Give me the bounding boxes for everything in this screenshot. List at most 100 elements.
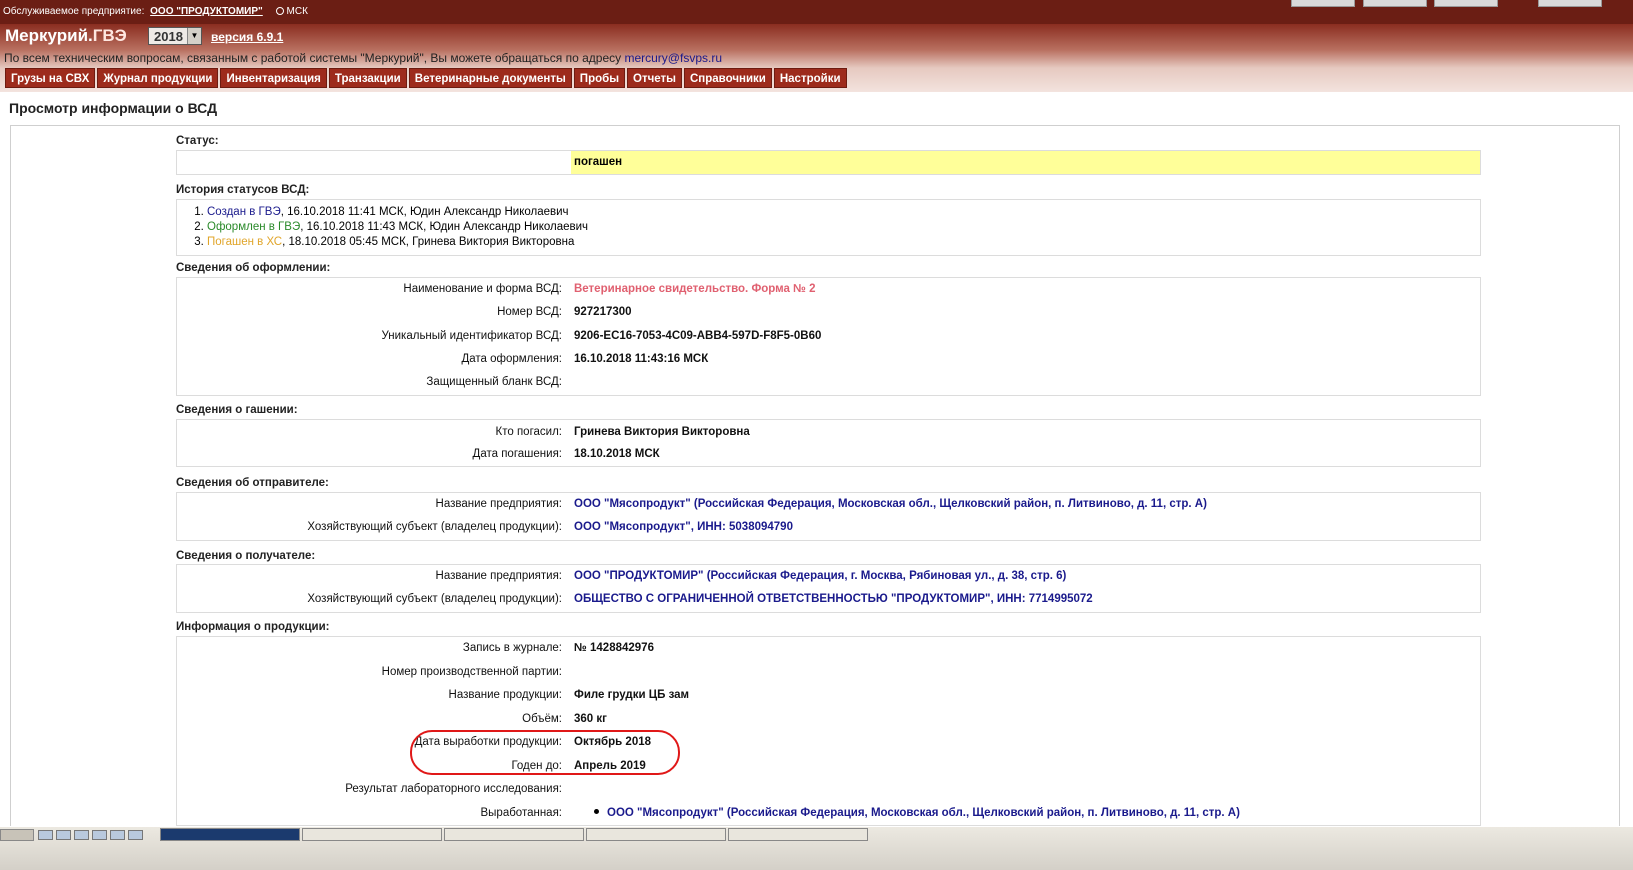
history-status: Погашен в ХС [207, 236, 283, 248]
chevron-down-icon[interactable]: ▼ [187, 28, 201, 44]
menu-item-vet-docs[interactable]: Ветеринарные документы [408, 68, 572, 88]
history-details: , 18.10.2018 05:45 МСК, Гринева Виктория… [282, 236, 575, 248]
menu-item-settings[interactable]: Настройки [773, 68, 847, 88]
status-highlight [571, 151, 1480, 174]
field-value: 9206-EC16-7053-4C09-ABB4-597D-F8F5-0B60 [574, 330, 822, 342]
app-header: Обслуживаемое предприятие: ООО "ПРОДУКТО… [0, 0, 1633, 92]
app-logo: Меркурий.ГВЭ [5, 26, 127, 45]
support-notice: По всем техническим вопросам, связанным … [4, 51, 722, 65]
year-value: 2018 [154, 29, 183, 44]
field-label: Хозяйствующий субъект (владелец продукци… [307, 521, 562, 533]
field-value: Ветеринарное свидетельство. Форма № 2 [574, 283, 816, 295]
history-status: Оформлен в ГВЭ [207, 221, 301, 233]
field-label: Номер ВСД: [497, 306, 562, 318]
closing-box: Кто погасил: Гринева Виктория Викторовна … [176, 419, 1481, 467]
field-label: Уникальный идентификатор ВСД: [381, 330, 562, 342]
window-button-4[interactable] [1538, 0, 1602, 7]
field-label: Название предприятия: [435, 570, 562, 582]
history-status: Создан в ГВЭ [207, 206, 281, 218]
taskbar-task[interactable] [444, 828, 584, 841]
field-label: Хозяйствующий субъект (владелец продукци… [307, 593, 562, 605]
quicklaunch-icon[interactable] [128, 830, 143, 840]
window-button-2[interactable] [1363, 0, 1427, 7]
table-row: Хозяйствующий субъект (владелец продукци… [177, 593, 1480, 611]
annotation-oval [410, 730, 680, 775]
table-row: Дата погашения: 18.10.2018 МСК [177, 448, 1480, 466]
product-box: Запись в журнале: № 1428842976 Номер прои… [176, 636, 1481, 826]
sender-owner-link[interactable]: ООО "Мясопродукт", ИНН: 5038094790 [574, 521, 793, 533]
field-label: Кто погасил: [495, 426, 562, 438]
section-title-receiver: Сведения о получателе: [176, 550, 316, 562]
field-value: Филе грудки ЦБ зам [574, 689, 690, 701]
enterprise-link[interactable]: ООО "ПРОДУКТОМИР" [150, 6, 263, 17]
table-row: Запись в журнале: № 1428842976 [177, 642, 1480, 660]
menu-item-inventory[interactable]: Инвентаризация [220, 68, 327, 88]
quicklaunch-icon[interactable] [74, 830, 89, 840]
menu-item-directories[interactable]: Справочники [684, 68, 772, 88]
taskbar-task[interactable] [728, 828, 868, 841]
window-button-1[interactable] [1291, 0, 1355, 7]
table-row: Годен до: Апрель 2019 [177, 760, 1480, 778]
table-row: Защищенный бланк ВСД: [177, 376, 1480, 394]
sender-enterprise-link[interactable]: ООО "Мясопродукт" (Российская Федерация,… [574, 498, 1207, 510]
menu-item-cargo[interactable]: Грузы на СВХ [5, 68, 96, 88]
version-link[interactable]: версия 6.9.1 [211, 30, 283, 44]
producer-link[interactable]: ООО "Мясопродукт" (Российская Федерация,… [607, 807, 1240, 819]
year-select[interactable]: 2018 ▼ [148, 27, 202, 45]
status-value: погашен [574, 156, 623, 168]
field-value: ООО "Мясопродукт", ИНН: 5038094790 [574, 521, 793, 533]
timezone-label: МСК [286, 6, 308, 17]
table-row: Дата оформления: 16.10.2018 11:43:16 МСК [177, 353, 1480, 371]
field-label: Дата оформления: [461, 353, 562, 365]
field-label: Результат лабораторного исследования: [345, 783, 562, 795]
menu-item-journal[interactable]: Журнал продукции [97, 68, 219, 88]
table-row: Номер ВСД: 927217300 [177, 306, 1480, 324]
quicklaunch-icon[interactable] [38, 830, 53, 840]
status-box: погашен [176, 150, 1481, 175]
section-title-history: История статусов ВСД: [176, 184, 310, 196]
field-label: Запись в журнале: [462, 642, 562, 654]
menu-item-reports[interactable]: Отчеты [627, 68, 682, 88]
taskbar-task[interactable] [160, 828, 300, 841]
field-value: № 1428842976 [574, 642, 654, 654]
table-row: Название предприятия: ООО "Мясопродукт" (… [177, 498, 1480, 516]
table-row: Название предприятия: ООО "ПРОДУКТОМИР" (… [177, 570, 1480, 588]
table-row: Наименование и форма ВСД: Ветеринарное св… [177, 283, 1480, 301]
field-label: Дата погашения: [472, 448, 562, 460]
quicklaunch-icon[interactable] [110, 830, 125, 840]
receiver-enterprise-link[interactable]: ООО "ПРОДУКТОМИР" (Российская Федерация,… [574, 570, 1066, 582]
clock-icon [275, 7, 284, 15]
registration-box: Наименование и форма ВСД: Ветеринарное св… [176, 277, 1481, 396]
section-title-status: Статус: [176, 135, 219, 147]
taskbar-task[interactable] [302, 828, 442, 841]
field-value: 16.10.2018 11:43:16 МСК [574, 353, 709, 365]
quicklaunch-icon[interactable] [92, 830, 107, 840]
field-value: ООО "Мясопродукт" (Российская Федерация,… [594, 807, 1240, 819]
field-label: Защищенный бланк ВСД: [426, 376, 562, 388]
menu-item-samples[interactable]: Пробы [573, 68, 626, 88]
status-history-box: Создан в ГВЭ, 16.10.2018 11:41 МСК, Юдин… [176, 199, 1481, 256]
field-value: 18.10.2018 МСК [574, 448, 660, 460]
list-item: Погашен в ХС, 18.10.2018 05:45 МСК, Грин… [207, 235, 1480, 250]
start-button[interactable] [0, 829, 34, 841]
menu-item-transactions[interactable]: Транзакции [328, 68, 407, 88]
history-details: , 16.10.2018 11:43 МСК, Юдин Александр Н… [300, 221, 589, 233]
list-item: Оформлен в ГВЭ, 16.10.2018 11:43 МСК, Юд… [207, 220, 1480, 235]
support-email-link[interactable]: mercury@fsvps.ru [624, 51, 722, 65]
taskbar-task[interactable] [586, 828, 726, 841]
receiver-box: Название предприятия: ООО "ПРОДУКТОМИР" (… [176, 564, 1481, 613]
quicklaunch-icon[interactable] [56, 830, 71, 840]
field-value: 360 кг [574, 713, 607, 725]
bullet-icon [594, 809, 599, 814]
timezone: МСК [275, 6, 308, 17]
table-row: Результат лабораторного исследования: [177, 783, 1480, 801]
list-item: Создан в ГВЭ, 16.10.2018 11:41 МСК, Юдин… [207, 205, 1480, 220]
field-label: Выработанная: [480, 807, 562, 819]
field-value: ООО "ПРОДУКТОМИР" (Российская Федерация,… [574, 570, 1066, 582]
section-title-registration: Сведения об оформлении: [176, 262, 331, 274]
os-taskbar [0, 826, 1633, 870]
table-row: Дата выработки продукции: Октябрь 2018 [177, 736, 1480, 754]
window-button-3[interactable] [1434, 0, 1498, 7]
table-row: Название продукции: Филе грудки ЦБ зам [177, 689, 1480, 707]
receiver-owner-link[interactable]: ОБЩЕСТВО С ОГРАНИЧЕННОЙ ОТВЕТСТВЕННОСТЬЮ… [574, 593, 1093, 605]
